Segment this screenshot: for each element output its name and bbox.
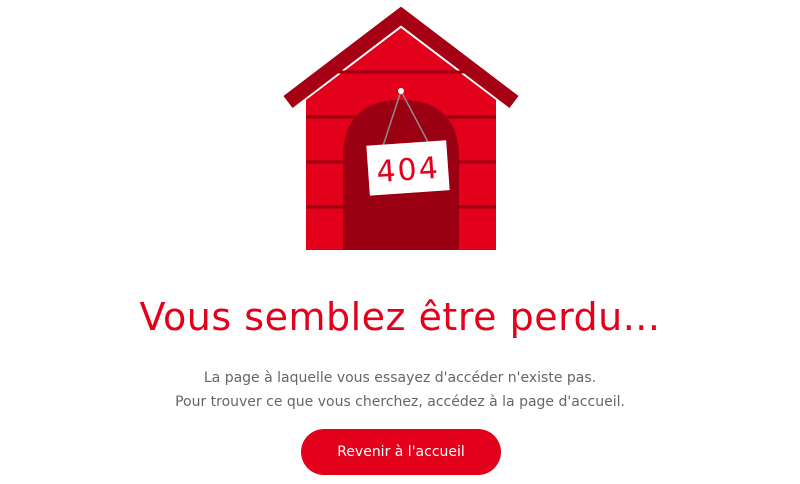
- error-message-line-1: La page à laquelle vous essayez d'accéde…: [203, 370, 597, 386]
- doghouse-illustration: 404: [0, 0, 800, 260]
- doghouse-svg: 404: [283, 6, 519, 250]
- error-message-line-2: Pour trouver ce que vous cherchez, accéd…: [175, 394, 625, 410]
- error-message: La page à laquelle vous essayez d'accéde…: [0, 366, 800, 414]
- sign-404: 404: [366, 140, 450, 196]
- sign-text: 404: [375, 151, 441, 190]
- home-button[interactable]: Revenir à l'accueil: [301, 429, 501, 475]
- page-title: Vous semblez être perdu...: [139, 295, 661, 339]
- sign-nail: [398, 88, 404, 94]
- error-page: 404 Vous semblez être perdu... La page à…: [0, 0, 800, 484]
